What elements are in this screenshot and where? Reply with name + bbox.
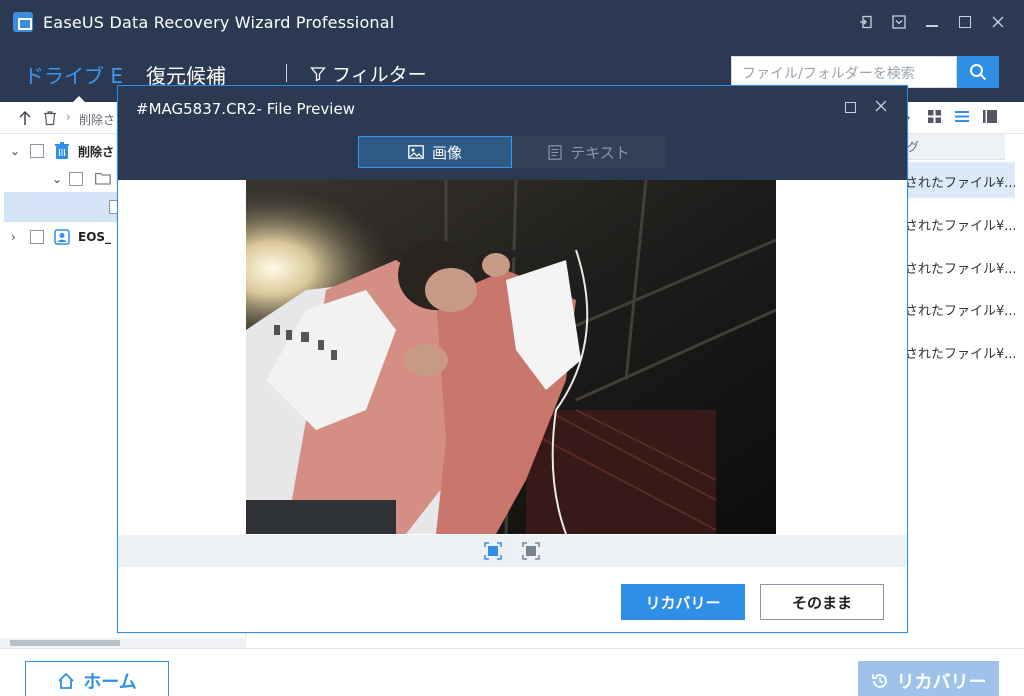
list-item[interactable]: されたファイル¥...	[905, 162, 1015, 198]
dialog-recover-button[interactable]: リカバリー	[621, 584, 745, 620]
tab-drive[interactable]: ドライブ E	[24, 60, 123, 89]
tree-item-label: 削除さ	[78, 144, 115, 159]
nav-divider	[286, 64, 287, 82]
tab-text-label: テキスト	[570, 143, 630, 162]
home-icon	[58, 672, 74, 689]
preview-area	[118, 180, 907, 536]
close-button[interactable]	[981, 0, 1014, 44]
tree-horizontal-scrollbar[interactable]	[0, 638, 246, 648]
tree-item-label: EOS_	[78, 230, 112, 244]
breadcrumb-path[interactable]: 削除さ	[79, 111, 115, 128]
chevron-down-icon[interactable]: ⌄	[10, 144, 20, 158]
bottom-bar: ホーム リカバリー	[0, 648, 1024, 696]
search-input[interactable]: ファイル/フォルダーを検索	[731, 56, 957, 88]
dialog-keep-button[interactable]: そのまま	[760, 584, 884, 620]
document-icon	[548, 144, 562, 160]
scrollbar-thumb[interactable]	[10, 640, 120, 646]
list-item[interactable]: されたファイル¥...	[905, 248, 1015, 284]
search-icon	[970, 64, 987, 81]
file-preview-dialog: #MAG5837.CR2- File Preview 画像 テキスト リカバリー…	[117, 85, 908, 633]
dialog-maximize-button[interactable]	[845, 102, 856, 113]
app-logo-icon	[13, 12, 33, 32]
active-tab-pointer	[72, 96, 86, 103]
menu-dropdown-icon[interactable]	[882, 0, 915, 44]
trash-icon[interactable]	[42, 110, 58, 130]
tree-checkbox[interactable]	[69, 172, 83, 186]
filter-label: フィルター	[332, 64, 427, 86]
tab-text[interactable]: テキスト	[512, 136, 666, 168]
filter-icon	[310, 66, 326, 82]
minimize-button[interactable]	[915, 0, 948, 44]
search-button[interactable]	[957, 56, 999, 88]
home-button-label: ホーム	[83, 672, 137, 693]
dialog-title-bar: #MAG5837.CR2- File Preview	[118, 86, 907, 130]
recover-button[interactable]: リカバリー	[858, 661, 999, 696]
preview-tabs: 画像 テキスト	[118, 130, 907, 180]
dialog-close-button[interactable]	[875, 97, 887, 116]
tab-image[interactable]: 画像	[358, 136, 512, 168]
up-arrow-icon[interactable]	[18, 110, 32, 130]
list-item[interactable]: されたファイル¥...	[905, 205, 1015, 241]
drive-icon	[54, 229, 70, 245]
app-title: EaseUS Data Recovery Wizard Professional	[43, 12, 395, 32]
filter-button[interactable]: フィルター	[310, 60, 427, 87]
detail-view-icon[interactable]	[983, 110, 997, 127]
recover-button-label: リカバリー	[896, 672, 987, 693]
list-view-icon[interactable]	[955, 110, 969, 127]
list-column-header[interactable]: グ	[905, 134, 1005, 160]
path-separator-icon: ›	[66, 110, 71, 124]
image-icon	[408, 145, 424, 159]
chevron-right-icon[interactable]: ›	[11, 230, 16, 244]
title-bar: EaseUS Data Recovery Wizard Professional	[0, 0, 1024, 44]
window-controls	[849, 0, 1014, 44]
maximize-button[interactable]	[948, 0, 981, 44]
history-icon	[871, 674, 887, 688]
recycle-bin-icon	[55, 142, 69, 159]
chevron-down-icon[interactable]: ⌄	[52, 172, 62, 186]
zoom-controls	[118, 535, 907, 567]
tree-checkbox[interactable]	[30, 144, 44, 158]
login-icon[interactable]	[849, 0, 882, 44]
preview-photo	[246, 180, 776, 534]
actual-size-icon[interactable]	[522, 542, 540, 560]
list-item[interactable]: されたファイル¥...	[905, 333, 1015, 369]
fit-to-window-icon[interactable]	[484, 542, 502, 560]
grid-view-icon[interactable]	[928, 110, 941, 127]
dialog-title: #MAG5837.CR2- File Preview	[136, 100, 355, 118]
tab-image-label: 画像	[431, 143, 462, 162]
list-item[interactable]: されたファイル¥...	[905, 290, 1015, 326]
home-button[interactable]: ホーム	[25, 661, 169, 696]
tree-checkbox[interactable]	[30, 230, 44, 244]
folder-icon	[95, 172, 111, 185]
